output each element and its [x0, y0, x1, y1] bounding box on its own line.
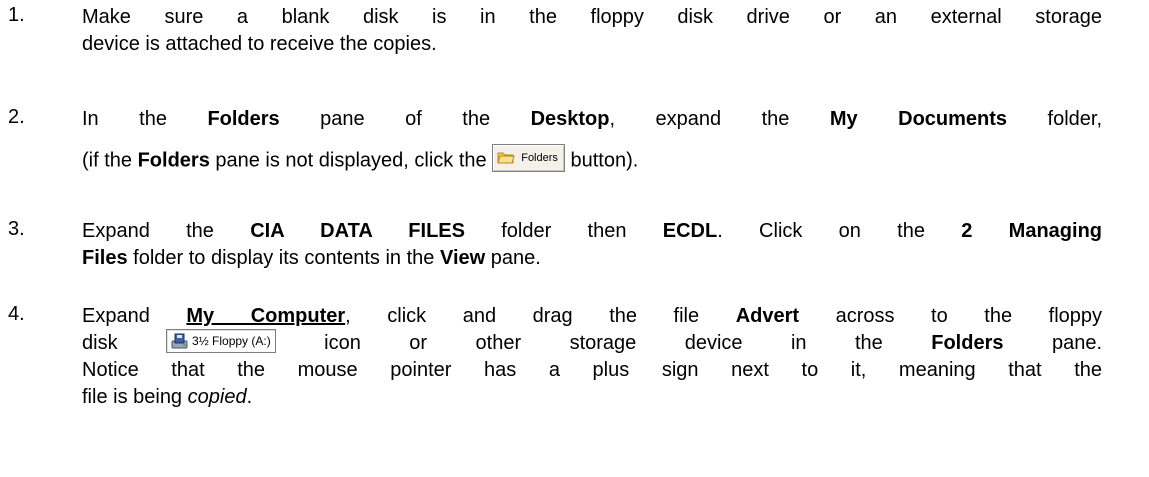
- text: disk: [82, 332, 167, 354]
- text-line: device is attached to receive the copies…: [82, 33, 437, 55]
- text: folder then: [464, 220, 663, 242]
- bold-text: Desktop: [530, 108, 610, 130]
- bold-text: ECDL: [662, 220, 718, 242]
- text-line: Files folder to display its contents in …: [82, 245, 1102, 272]
- text: Expand: [82, 305, 187, 327]
- text: pane.: [1003, 332, 1102, 354]
- bold-text: CIA DATA FILES: [250, 220, 465, 242]
- bold-text: 2 Managing: [961, 220, 1103, 242]
- text: pane.: [485, 247, 541, 269]
- text: pane is not displayed, click the: [209, 149, 493, 172]
- text: , expand the: [609, 108, 830, 130]
- step-number: 1.: [8, 4, 25, 26]
- text: folder to display its contents in the: [127, 247, 440, 269]
- text: across to the floppy: [799, 305, 1102, 327]
- step-number: 4.: [8, 303, 25, 325]
- bold-text: Files: [82, 247, 128, 269]
- step-number: 2.: [8, 106, 25, 128]
- text-line: Notice that the mouse pointer has a plus…: [82, 359, 1102, 381]
- text-line: Make sure a blank disk is in the floppy …: [82, 6, 1102, 28]
- text: pane of the: [279, 108, 531, 130]
- floppy-drive-button[interactable]: 3½ Floppy (A:): [166, 328, 276, 353]
- text-line: disk 3½ Floppy (A:) icon or other storag…: [82, 328, 1102, 357]
- text: folder,: [1007, 108, 1103, 130]
- folders-button-label: Folders: [521, 152, 558, 164]
- text: button).: [564, 149, 639, 172]
- floppy-drive-label: 3½ Floppy (A:): [192, 333, 271, 348]
- text-line: (if the Folders pane is not displayed, c…: [82, 144, 1102, 175]
- floppy-drive-icon: [171, 333, 188, 349]
- bold-text: Folders: [207, 108, 280, 130]
- text-line: Expand My Computer, click and drag the f…: [82, 303, 1102, 330]
- text: file is being: [82, 386, 188, 408]
- bold-text: View: [439, 247, 486, 269]
- text: icon or other storage device in the: [275, 332, 932, 354]
- bold-text: Advert: [735, 305, 800, 327]
- text-line: In the Folders pane of the Desktop, expa…: [82, 106, 1102, 133]
- text: , click and drag the file: [345, 305, 736, 327]
- text: .: [246, 386, 253, 408]
- folder-icon: [497, 152, 515, 164]
- text: In the: [82, 108, 208, 130]
- bold-text: My Documents: [829, 108, 1008, 130]
- bold-text: Folders: [137, 149, 210, 172]
- italic-text: copied: [187, 386, 247, 408]
- text: Expand the: [82, 220, 251, 242]
- step-text: In the Folders pane of the Desktop, expa…: [82, 106, 1102, 175]
- step-text: Make sure a blank disk is in the floppy …: [82, 4, 1102, 58]
- step-number: 3.: [8, 218, 25, 240]
- text-line: file is being copied.: [82, 384, 1102, 411]
- bold-underlined-text: My Computer: [186, 305, 346, 327]
- bold-text: Folders: [931, 332, 1004, 354]
- step-text: Expand My Computer, click and drag the f…: [82, 303, 1102, 411]
- text-line: Expand the CIA DATA FILES folder then EC…: [82, 218, 1102, 245]
- text: . Click on the: [717, 220, 962, 242]
- step-text: Expand the CIA DATA FILES folder then EC…: [82, 218, 1102, 272]
- text: (if the: [82, 149, 138, 172]
- folders-button[interactable]: Folders: [492, 144, 565, 172]
